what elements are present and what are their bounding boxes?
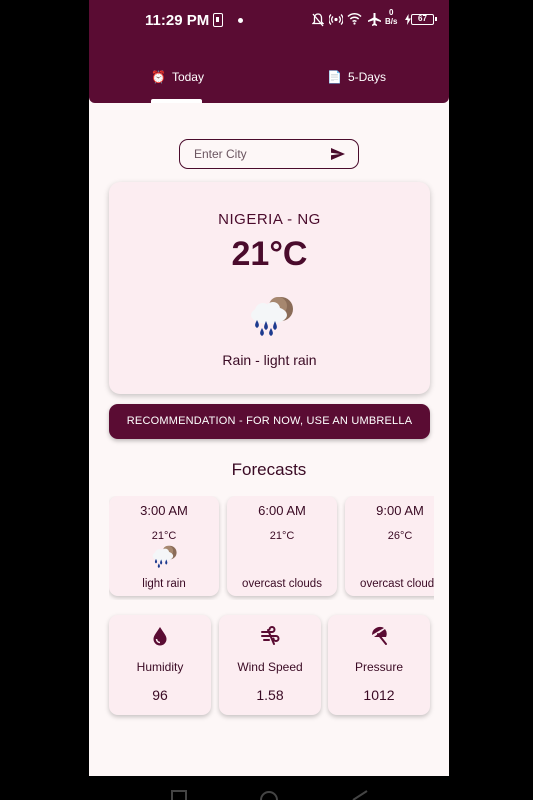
forecast-temp: 21°C xyxy=(269,530,295,542)
forecast-card[interactable]: 9:00 AM 26°C overcast clouds xyxy=(345,496,434,596)
recent-apps-icon[interactable] xyxy=(171,790,187,800)
forecast-card[interactable]: 6:00 AM 21°C overcast clouds xyxy=(227,496,337,596)
notification-dot-icon xyxy=(238,18,243,23)
pressure-card: Pressure 1012 xyxy=(328,615,430,715)
current-temperature: 21°C xyxy=(231,235,308,273)
current-weather-card: NIGERIA - NG 21°C Rain - light rain xyxy=(109,182,430,394)
home-icon[interactable] xyxy=(259,790,279,800)
wind-speed-value: 1.58 xyxy=(256,687,284,703)
forecast-time: 9:00 AM xyxy=(376,503,424,518)
app-header: 11:29 PM 0 B/s 67 ⏰ Today 📄 5-Days xyxy=(89,0,449,103)
network-speed-unit: B/s xyxy=(385,17,398,26)
network-speed-value: 0 xyxy=(389,8,394,17)
wind-icon xyxy=(261,626,280,645)
app-screen: 11:29 PM 0 B/s 67 ⏰ Today 📄 5-Days Enter… xyxy=(89,0,449,776)
forecast-list[interactable]: 3:00 AM 21°C light rain 6:00 AM 21°C ove… xyxy=(109,496,434,600)
forecast-time: 3:00 AM xyxy=(140,503,188,518)
selected-tab-indicator xyxy=(151,99,202,103)
forecast-temp: 21°C xyxy=(151,530,177,542)
city-search-input[interactable] xyxy=(194,146,324,162)
forecasts-heading: Forecasts xyxy=(231,460,307,479)
water-drop-icon xyxy=(153,627,167,646)
humidity-label: Humidity xyxy=(136,660,184,674)
status-time: 11:29 PM xyxy=(145,12,210,29)
city-search-box xyxy=(179,139,359,169)
rain-cloud-icon xyxy=(251,297,293,336)
alarm-clock-icon: ⏰ xyxy=(151,70,166,84)
weather-description: Rain - light rain xyxy=(222,352,317,368)
tab-bar: ⏰ Today 📄 5-Days xyxy=(89,62,449,103)
humidity-card: Humidity 96 xyxy=(109,615,211,715)
wind-speed-label: Wind Speed xyxy=(237,660,303,674)
tab-5-days[interactable]: 📄 5-Days xyxy=(327,70,386,84)
pressure-value: 1012 xyxy=(363,687,395,703)
forecast-time: 6:00 AM xyxy=(258,503,306,518)
forecast-description: overcast clouds xyxy=(360,578,434,590)
humidity-value: 96 xyxy=(152,687,168,703)
wind-speed-card: Wind Speed 1.58 xyxy=(219,615,321,715)
rain-cloud-icon xyxy=(152,545,177,568)
tab-today[interactable]: ⏰ Today xyxy=(151,70,204,84)
hotspot-icon xyxy=(329,14,343,25)
forecast-temp: 26°C xyxy=(387,530,413,542)
document-icon: 📄 xyxy=(327,70,342,84)
airplane-icon xyxy=(368,13,381,26)
status-bar: 11:29 PM 0 B/s 67 xyxy=(89,0,449,40)
recommendation-banner[interactable]: RECOMMENDATION - FOR NOW, USE AN UMBRELL… xyxy=(109,404,430,439)
tab-today-label: Today xyxy=(171,70,204,84)
sim-icon xyxy=(213,13,223,27)
wifi-icon xyxy=(347,12,362,25)
forecast-description: overcast clouds xyxy=(242,578,322,590)
back-icon[interactable] xyxy=(351,790,369,800)
tab-5-days-label: 5-Days xyxy=(347,70,386,84)
pressure-label: Pressure xyxy=(354,660,404,674)
umbrella-icon xyxy=(371,626,387,645)
network-speed: 0 B/s xyxy=(385,8,397,26)
mute-bell-icon xyxy=(312,13,324,27)
location-label: NIGERIA - NG xyxy=(218,211,321,228)
battery-icon: 67 xyxy=(411,14,437,25)
forecast-description: light rain xyxy=(142,578,186,590)
forecast-card[interactable]: 3:00 AM 21°C light rain xyxy=(109,496,219,596)
send-icon[interactable] xyxy=(330,147,346,161)
